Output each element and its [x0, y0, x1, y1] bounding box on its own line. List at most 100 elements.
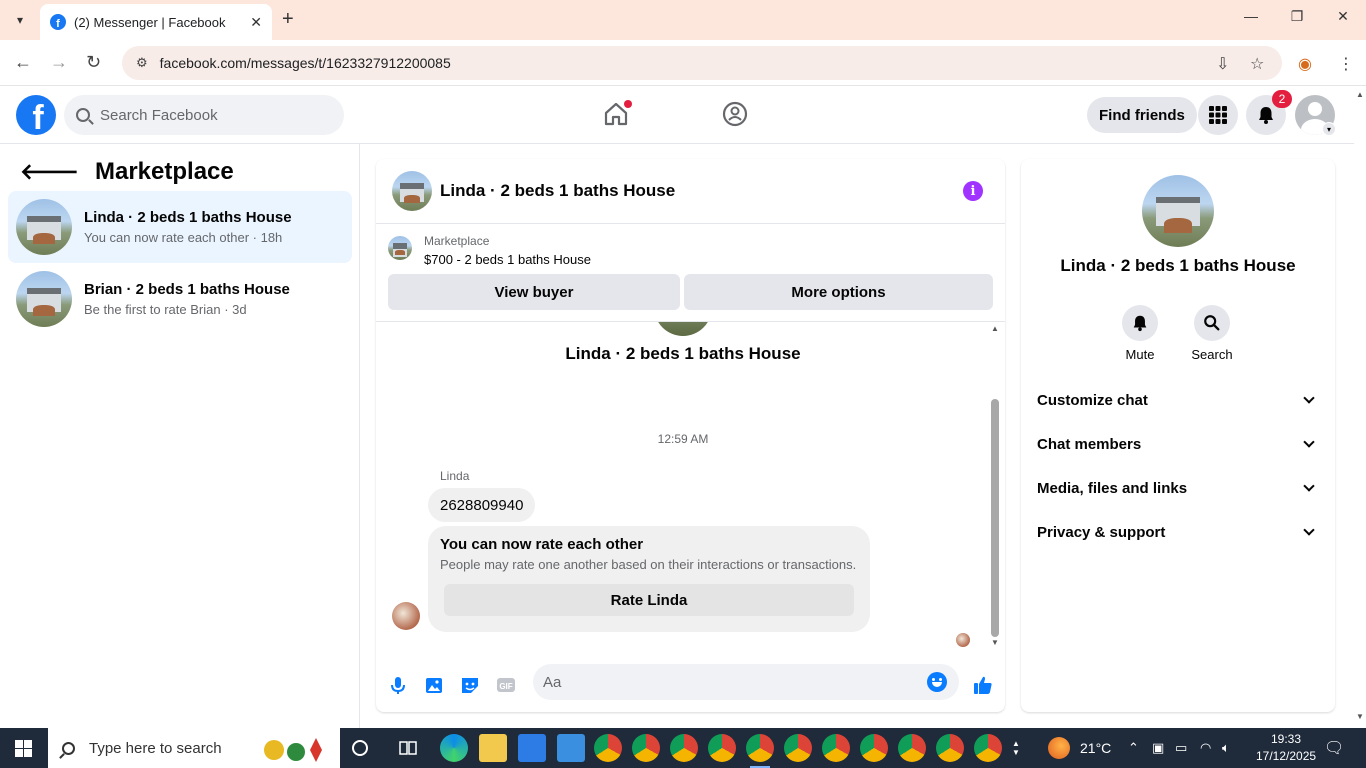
- conversation-name: Linda · 2 beds 1 baths House: [84, 209, 292, 226]
- gif-icon[interactable]: GIF: [495, 674, 517, 696]
- seen-receipt-avatar: [956, 633, 970, 647]
- reload-icon[interactable]: ↻: [86, 52, 101, 73]
- tab-search-chevron-icon[interactable]: ▾: [8, 8, 32, 32]
- browser-tab[interactable]: f (2) Messenger | Facebook ✕: [40, 4, 272, 40]
- search-placeholder: Search Facebook: [100, 106, 218, 124]
- page-scrollbar[interactable]: ▲ ▼: [1354, 86, 1366, 728]
- facebook-search-input[interactable]: Search Facebook: [64, 95, 344, 135]
- chat-title[interactable]: Linda · 2 beds 1 baths House: [440, 181, 675, 201]
- page-scroll-down-icon[interactable]: ▼: [1356, 712, 1364, 721]
- chrome-icon[interactable]: [784, 734, 812, 762]
- search-label: Search: [1191, 347, 1233, 362]
- conversation-item-brian[interactable]: Brian · 2 beds 1 baths House Be the firs…: [8, 263, 352, 335]
- profile-icon[interactable]: ◉: [1298, 54, 1312, 74]
- account-chevron-down-icon[interactable]: ▾: [1322, 122, 1336, 136]
- notification-center-icon[interactable]: 🗨︎: [1324, 728, 1344, 768]
- chrome-icon[interactable]: [860, 734, 888, 762]
- browser-toolbar: ← → ↻ ⚙ facebook.com/messages/t/16233279…: [0, 40, 1366, 86]
- install-app-icon[interactable]: ⇩: [1216, 54, 1229, 74]
- privacy-support-row[interactable]: Privacy & support: [1037, 510, 1319, 554]
- marketplace-label: Marketplace: [424, 234, 490, 248]
- chat-details-panel: Linda · 2 beds 1 baths House Mute Search…: [1021, 159, 1335, 712]
- message-composer: GIF Aa: [376, 662, 1005, 708]
- media-files-links-row[interactable]: Media, files and links: [1037, 466, 1319, 510]
- forward-arrow-icon[interactable]: →: [50, 52, 68, 73]
- system-clock[interactable]: 19:33 17/12/2025: [1256, 731, 1316, 765]
- back-arrow-icon[interactable]: ←: [14, 52, 32, 73]
- mute-button[interactable]: Mute: [1110, 305, 1170, 362]
- windows-start-icon[interactable]: [15, 740, 32, 757]
- minimize-icon[interactable]: —: [1228, 8, 1274, 24]
- listing-thumbnail[interactable]: [388, 236, 412, 260]
- restore-icon[interactable]: ❐: [1274, 8, 1320, 25]
- wifi-icon[interactable]: ◠: [1200, 728, 1211, 768]
- timestamp: 12:59 AM: [657, 432, 709, 446]
- message-thread[interactable]: Linda · 2 beds 1 baths House 12:59 AM Li…: [376, 322, 1005, 652]
- emoji-icon[interactable]: [927, 672, 947, 692]
- microphone-icon[interactable]: [387, 674, 409, 696]
- info-icon[interactable]: i: [963, 181, 983, 201]
- marketplace-header: 🡐 Marketplace: [20, 158, 234, 186]
- network-camera-icon[interactable]: ▣: [1152, 728, 1164, 768]
- thumbs-up-icon[interactable]: [972, 674, 994, 696]
- edge-icon[interactable]: [440, 734, 468, 762]
- message-input[interactable]: Aa: [533, 664, 959, 700]
- house-thumbnail: [16, 199, 72, 255]
- photo-icon[interactable]: [423, 674, 445, 696]
- chat-avatar[interactable]: [392, 171, 432, 211]
- weather-widget[interactable]: 21°C: [1048, 728, 1111, 768]
- find-friends-button[interactable]: Find friends: [1087, 97, 1197, 133]
- chrome-icon[interactable]: [632, 734, 660, 762]
- search-button[interactable]: Search: [1182, 305, 1242, 362]
- chrome-icon-active[interactable]: [746, 734, 774, 768]
- scroll-thumb[interactable]: [991, 399, 999, 637]
- taskbar-search-placeholder: Type here to search: [89, 739, 222, 757]
- chrome-icon[interactable]: [594, 734, 622, 762]
- chrome-icon[interactable]: [670, 734, 698, 762]
- scroll-up-icon[interactable]: ▲: [991, 324, 999, 333]
- details-avatar[interactable]: [1142, 175, 1214, 247]
- message-bubble[interactable]: 2628809940: [428, 488, 536, 522]
- message-placeholder: Aa: [543, 673, 562, 691]
- sender-avatar[interactable]: [392, 602, 420, 630]
- site-settings-icon[interactable]: ⚙: [136, 55, 148, 71]
- back-arrow-icon[interactable]: 🡐: [20, 159, 79, 185]
- groups-icon[interactable]: [721, 100, 749, 128]
- facebook-logo-icon[interactable]: f: [16, 95, 56, 135]
- clock-date: 17/12/2025: [1256, 749, 1317, 763]
- chrome-icon[interactable]: [708, 734, 736, 762]
- customize-chat-row[interactable]: Customize chat: [1037, 378, 1319, 422]
- tray-chevron-up-icon[interactable]: ⌃: [1128, 728, 1139, 768]
- sticker-icon[interactable]: [459, 674, 481, 696]
- volume-icon[interactable]: 🔈︎: [1222, 728, 1230, 768]
- store-icon[interactable]: [518, 734, 546, 762]
- browser-menu-icon[interactable]: ⋮: [1338, 54, 1354, 74]
- address-bar[interactable]: ⚙ facebook.com/messages/t/16233279122000…: [122, 46, 1282, 80]
- mail-icon[interactable]: [557, 734, 585, 762]
- more-options-button[interactable]: More options: [684, 274, 993, 310]
- listing-price[interactable]: $700 - 2 beds 1 baths House: [424, 252, 591, 267]
- new-tab-plus-icon[interactable]: +: [282, 8, 294, 31]
- file-explorer-icon[interactable]: [479, 734, 507, 762]
- taskbar-overflow-chevron-icon[interactable]: ▲ ▼: [1012, 728, 1020, 768]
- thread-name: Linda · 2 beds 1 baths House: [565, 344, 801, 363]
- battery-icon[interactable]: ▭: [1175, 728, 1187, 768]
- christmas-ornaments-icon: [264, 738, 322, 762]
- view-buyer-button[interactable]: View buyer: [388, 274, 680, 310]
- cortana-icon[interactable]: [350, 738, 370, 758]
- menu-grid-icon[interactable]: [1198, 95, 1238, 135]
- bookmark-star-icon[interactable]: ☆: [1250, 54, 1264, 74]
- tab-close-icon[interactable]: ✕: [250, 14, 262, 31]
- task-view-icon[interactable]: [398, 738, 418, 758]
- chat-members-row[interactable]: Chat members: [1037, 422, 1319, 466]
- chrome-icon[interactable]: [974, 734, 1002, 762]
- chrome-icon[interactable]: [936, 734, 964, 762]
- chrome-icon[interactable]: [898, 734, 926, 762]
- chrome-icon[interactable]: [822, 734, 850, 762]
- rate-linda-button[interactable]: Rate Linda: [444, 584, 854, 616]
- window-close-icon[interactable]: ✕: [1320, 8, 1366, 25]
- thread-scrollbar[interactable]: ▲ ▼: [990, 324, 1000, 650]
- scroll-down-icon[interactable]: ▼: [991, 638, 999, 647]
- conversation-item-linda[interactable]: Linda · 2 beds 1 baths House You can now…: [8, 191, 352, 263]
- page-scroll-up-icon[interactable]: ▲: [1356, 90, 1364, 99]
